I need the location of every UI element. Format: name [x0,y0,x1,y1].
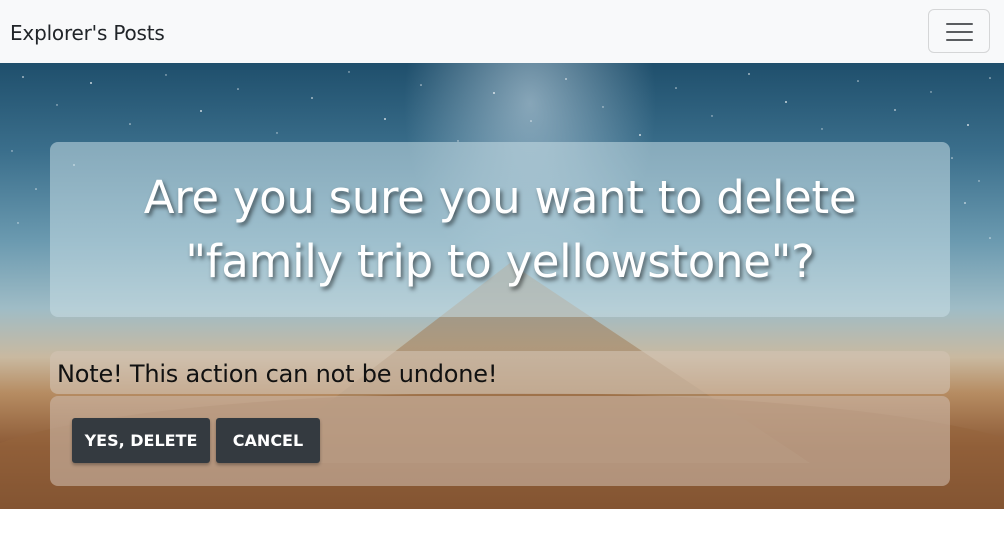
brand-link[interactable]: Explorer's Posts [10,19,165,47]
warning-note-panel: Note! This action can not be undone! [50,351,950,394]
confirm-delete-button[interactable]: YES, DELETE [72,418,210,463]
cancel-button[interactable]: CANCEL [216,418,320,463]
menu-toggle-button[interactable] [928,9,990,53]
delete-confirmation-heading: Are you sure you want to delete "family … [143,170,857,288]
delete-confirmation-title-panel: Are you sure you want to delete "family … [50,142,950,317]
navbar: Explorer's Posts [0,0,1004,63]
action-buttons-panel: YES, DELETE CANCEL [50,396,950,486]
warning-note-text: Note! This action can not be undone! [57,360,498,388]
